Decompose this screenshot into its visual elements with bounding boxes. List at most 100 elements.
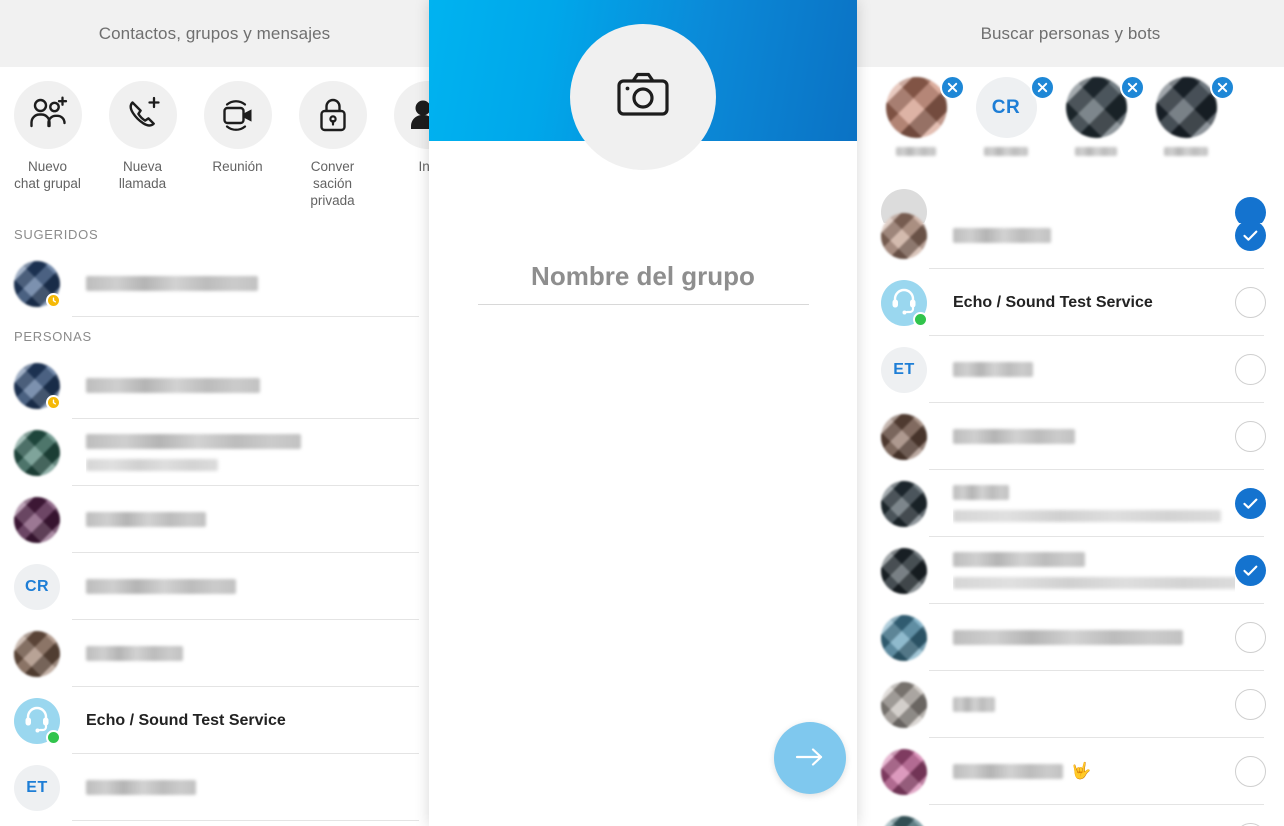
redacted-text — [86, 275, 258, 291]
selected-contacts-chips: CR — [857, 67, 1284, 158]
contact-name — [86, 274, 429, 294]
contact-name — [86, 432, 429, 452]
people-search-header: Buscar personas y bots — [857, 0, 1284, 67]
redacted-text — [896, 147, 936, 157]
contact-checkbox[interactable] — [1235, 287, 1266, 318]
contact-checkbox[interactable] — [1235, 421, 1266, 452]
quick-action-4[interactable]: Conver sación privada — [285, 81, 380, 209]
quick-action-3[interactable]: Reunión — [190, 81, 285, 209]
presence-badge-online — [46, 729, 61, 745]
redacted-text — [953, 428, 1075, 444]
contact-checkbox[interactable] — [1235, 622, 1266, 653]
avatar — [881, 547, 927, 594]
contact-text — [86, 432, 429, 474]
video-meeting-icon — [203, 81, 272, 149]
avatar — [881, 815, 927, 826]
contact-text — [86, 778, 429, 798]
selectable-contact-item[interactable]: Echo / Sound Test Service — [857, 269, 1284, 336]
selectable-contact-item[interactable] — [857, 403, 1284, 470]
avatar: ET — [14, 764, 60, 811]
contact-list-item[interactable] — [0, 250, 429, 317]
lock-icon — [298, 81, 367, 149]
chip-label — [984, 144, 1028, 158]
avatar-initials: CR — [991, 96, 1021, 118]
redacted-text — [953, 227, 1051, 243]
section-label-personas: PERSONAS — [14, 329, 92, 344]
selected-contact-chip[interactable] — [1051, 75, 1145, 158]
contact-subtitle — [953, 506, 1235, 525]
contact-checkbox[interactable] — [1235, 689, 1266, 720]
avatar — [14, 362, 61, 410]
avatar — [881, 614, 927, 661]
contacts-panel-title: Contactos, grupos y mensajes — [98, 23, 331, 43]
redacted-text — [86, 645, 183, 661]
contact-list-item[interactable] — [0, 352, 429, 419]
contact-list-item[interactable] — [0, 486, 429, 553]
selectable-contact-item[interactable]: ET — [857, 336, 1284, 403]
contacts-panel-header: Contactos, grupos y mensajes — [0, 0, 429, 67]
group-name-input[interactable] — [477, 261, 809, 305]
arrow-right-icon — [794, 744, 826, 773]
avatar — [881, 681, 927, 728]
row-divider — [72, 316, 419, 317]
quick-action-2[interactable]: Nueva llamada — [95, 81, 190, 209]
redacted-text — [1075, 147, 1117, 157]
selected-contact-chip[interactable] — [871, 75, 965, 158]
contact-name — [953, 483, 1235, 503]
selected-contact-chip[interactable]: CR — [961, 75, 1055, 158]
selectable-contact-item[interactable] — [857, 537, 1284, 604]
presence-badge-away — [46, 292, 61, 308]
selected-contact-chip[interactable] — [1141, 75, 1235, 158]
remove-contact-icon[interactable] — [1210, 75, 1235, 100]
avatar — [14, 697, 61, 745]
camera-icon — [615, 70, 671, 125]
selectable-contact-item[interactable] — [857, 470, 1284, 537]
contact-checkbox-selected[interactable] — [1235, 220, 1266, 251]
contact-list-item[interactable]: ET — [0, 754, 429, 821]
contact-name — [86, 376, 429, 396]
redacted-text — [953, 696, 995, 712]
contact-text — [953, 628, 1235, 648]
people-search-title: Buscar personas y bots — [980, 23, 1161, 43]
group-photo-hero — [429, 0, 857, 170]
quick-actions-row: Nuevo chat grupal Nueva llamada Reunión Conve… — [0, 67, 429, 215]
contact-checkbox-selected[interactable] — [1235, 555, 1266, 586]
next-button[interactable] — [774, 722, 846, 794]
presence-badge-away — [46, 394, 61, 410]
selectable-contact-item[interactable] — [857, 805, 1284, 826]
contact-name — [953, 226, 1235, 246]
avatar — [14, 429, 60, 476]
contact-name — [86, 644, 429, 664]
group-name-field-wrap — [429, 261, 857, 305]
contact-checkbox[interactable] — [1235, 756, 1266, 787]
contact-text — [86, 510, 429, 530]
contact-text — [86, 644, 429, 664]
avatar-initials: CR — [24, 577, 50, 595]
contact-list-item[interactable] — [0, 419, 429, 486]
quick-action-5[interactable]: Inv — [380, 81, 429, 209]
avatar — [881, 413, 927, 460]
selectable-contact-item[interactable] — [857, 604, 1284, 671]
contact-checkbox[interactable] — [1235, 354, 1266, 385]
avatar — [1155, 77, 1217, 138]
add-call-icon — [108, 81, 177, 149]
contact-checkbox-selected[interactable] — [1235, 488, 1266, 519]
contact-list-item[interactable]: CR — [0, 553, 429, 620]
avatar — [881, 748, 927, 795]
redacted-text — [953, 763, 1063, 779]
chip-label — [896, 144, 936, 158]
quick-action-1[interactable]: Nuevo chat grupal — [0, 81, 95, 209]
selectable-contact-item[interactable] — [857, 202, 1284, 269]
redacted-text — [984, 147, 1028, 157]
contact-name — [86, 778, 429, 798]
invite-friends-icon — [393, 81, 429, 149]
selectable-contact-item[interactable]: 🤟 — [857, 738, 1284, 805]
contact-list-item[interactable]: Echo / Sound Test Service — [0, 687, 429, 754]
selectable-contact-item[interactable] — [857, 671, 1284, 738]
contact-list-item[interactable] — [0, 620, 429, 687]
contact-text: 🤟 — [953, 762, 1235, 782]
avatar — [1065, 77, 1127, 138]
contact-name — [953, 695, 1235, 715]
quick-action-label: Reunión — [212, 159, 263, 174]
group-photo-button[interactable] — [570, 24, 716, 170]
